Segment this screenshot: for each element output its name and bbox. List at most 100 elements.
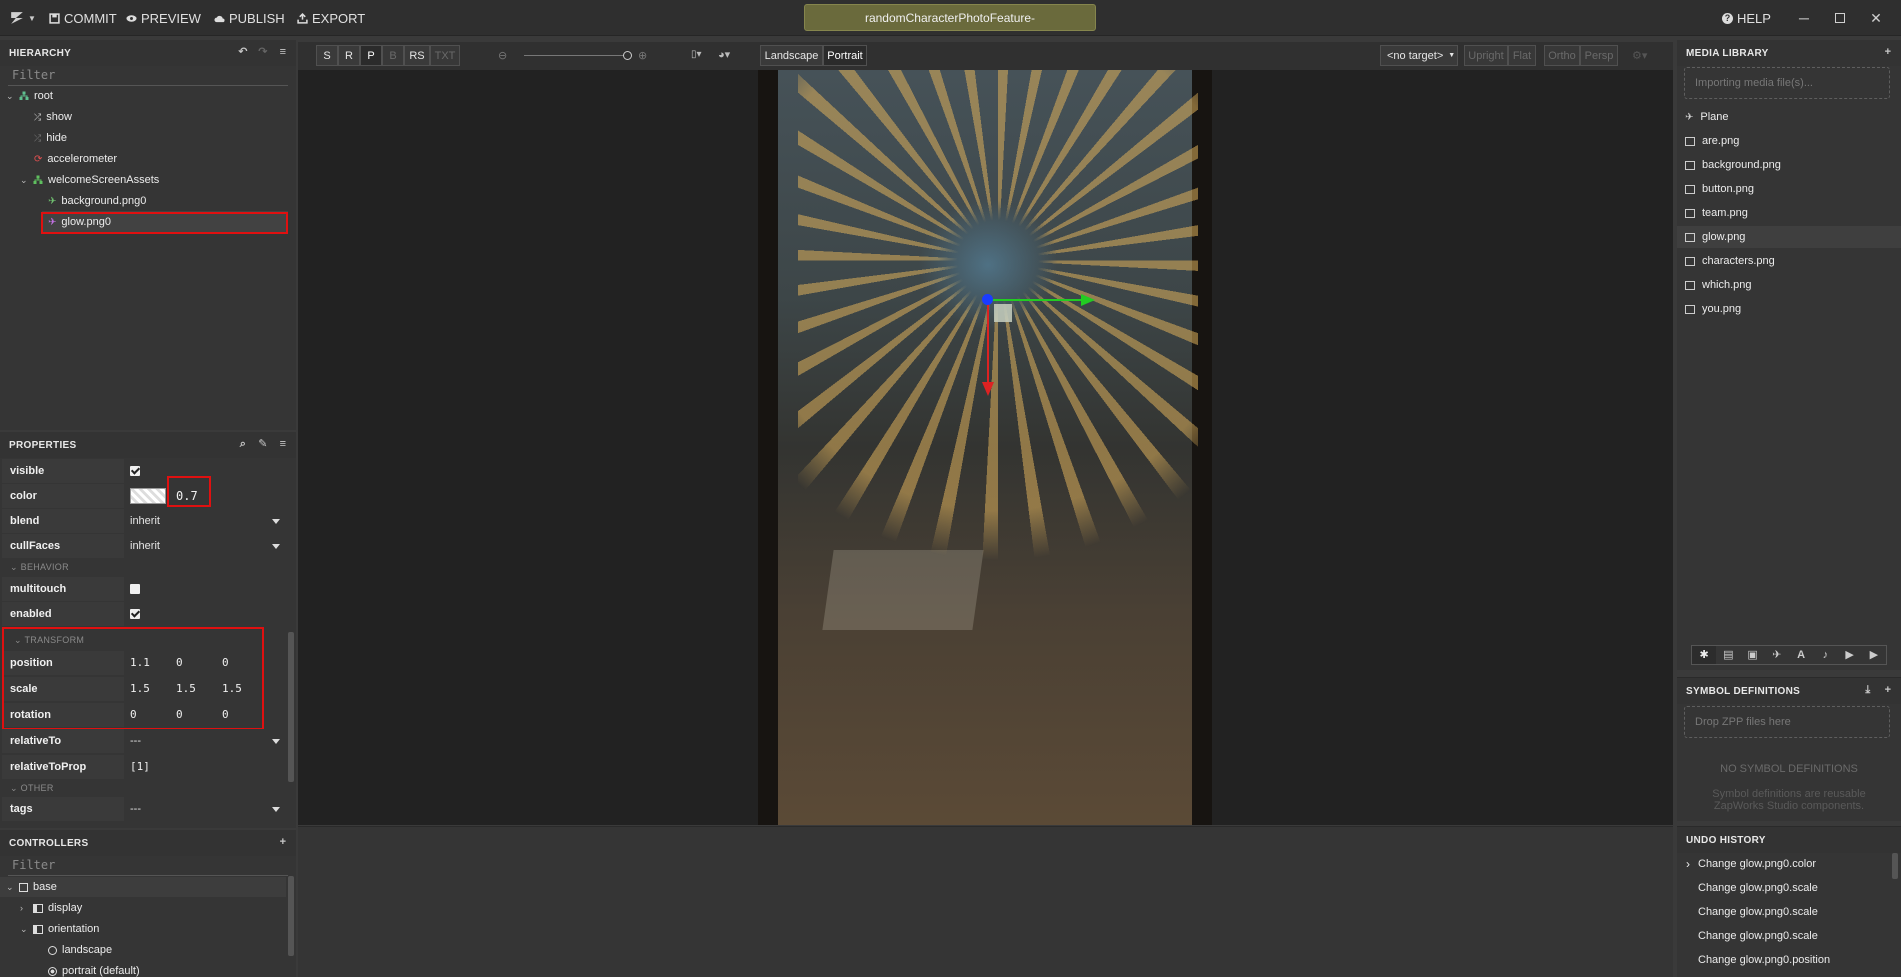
chevron-down-icon[interactable]: ⌄: [20, 924, 28, 935]
help-button[interactable]: ? HELP: [1722, 10, 1771, 26]
gizmo-x-arrow-icon[interactable]: [1081, 294, 1095, 306]
undo-item-current[interactable]: › Change glow.png0.color: [1686, 853, 1816, 875]
flat-button[interactable]: Flat: [1508, 45, 1536, 66]
position-x-input[interactable]: 1.1: [130, 656, 176, 669]
chevron-down-icon[interactable]: ⌄: [6, 882, 14, 893]
youtube-icon[interactable]: ▶: [1862, 646, 1886, 664]
app-menu-button[interactable]: ▼: [10, 10, 36, 26]
close-window-button[interactable]: ✕: [1866, 8, 1886, 28]
font-icon[interactable]: A: [1789, 646, 1813, 664]
document-icon[interactable]: ▤: [1716, 646, 1740, 664]
tags-select[interactable]: ---: [130, 803, 141, 815]
glow-sunburst-image[interactable]: [798, 70, 1198, 630]
tree-item-hide[interactable]: ⤮ hide: [34, 128, 67, 148]
device-select-icon[interactable]: ▯▾: [691, 49, 702, 60]
plane-icon[interactable]: ✈: [1765, 646, 1789, 664]
persp-button[interactable]: Persp: [1580, 45, 1618, 66]
scale-x-input[interactable]: 1.5: [130, 682, 176, 695]
mode-r-button[interactable]: R: [338, 45, 360, 66]
media-item-glow-png[interactable]: glow.png: [1685, 226, 1895, 248]
media-item-background-png[interactable]: background.png: [1685, 154, 1895, 176]
chevron-down-icon[interactable]: ⌄: [20, 175, 28, 186]
zoom-slider-handle[interactable]: [623, 51, 632, 60]
media-item-are-png[interactable]: are.png: [1685, 130, 1895, 152]
landscape-button[interactable]: Landscape: [760, 45, 823, 66]
controller-item-base[interactable]: ⌄ base: [6, 877, 57, 897]
position-z-input[interactable]: 0: [222, 656, 268, 669]
mode-p-button[interactable]: P: [360, 45, 382, 66]
image-icon[interactable]: ▣: [1741, 646, 1765, 664]
zoom-in-icon[interactable]: ⊕: [638, 49, 647, 62]
download-icon[interactable]: ⤓: [1863, 685, 1873, 696]
undo-item[interactable]: Change glow.png0.scale: [1698, 901, 1818, 923]
undo-scrollbar[interactable]: [1892, 853, 1898, 879]
undo-item[interactable]: Change glow.png0.scale: [1698, 925, 1818, 947]
position-y-input[interactable]: 0: [176, 656, 222, 669]
target-select[interactable]: <no target> ▼: [1380, 45, 1458, 66]
search-icon[interactable]: ⌕: [238, 439, 248, 450]
controller-item-orientation[interactable]: ⌄ orientation: [20, 919, 99, 939]
relativetoprop-input[interactable]: [1]: [130, 760, 150, 773]
radio-empty-icon[interactable]: [48, 945, 57, 955]
video-icon[interactable]: ▶: [1838, 646, 1862, 664]
edit-pencil-icon[interactable]: ✎: [258, 439, 268, 450]
mode-rs-button[interactable]: RS: [404, 45, 430, 66]
mode-b-button[interactable]: B: [382, 45, 404, 66]
zpp-dropzone[interactable]: Drop ZPP files here: [1684, 706, 1890, 738]
media-item-which-png[interactable]: which.png: [1685, 274, 1895, 296]
project-title[interactable]: randomCharacterPhotoFeature-: [804, 4, 1096, 31]
section-behavior[interactable]: ⌄ BEHAVIOR: [10, 562, 69, 573]
audio-icon[interactable]: ♪: [1813, 646, 1837, 664]
zoom-slider-track[interactable]: [524, 55, 630, 56]
cullfaces-select[interactable]: inherit: [130, 540, 160, 552]
tree-item-show[interactable]: ⤮ show: [34, 107, 72, 127]
controller-item-portrait[interactable]: portrait (default): [48, 961, 140, 977]
gizmo-x-axis[interactable]: [987, 299, 1091, 301]
scale-z-input[interactable]: 1.5: [222, 682, 268, 695]
chevron-down-icon[interactable]: ⌄: [6, 91, 14, 102]
tree-item-welcomescreenassets[interactable]: ⌄ welcomeScreenAssets: [20, 170, 159, 190]
color-swatch[interactable]: [130, 487, 166, 504]
visible-checkbox[interactable]: [130, 465, 140, 476]
media-item-you-png[interactable]: you.png: [1685, 298, 1895, 320]
mode-txt-button[interactable]: TXT: [430, 45, 460, 66]
enabled-checkbox[interactable]: [130, 608, 140, 619]
tree-item-glow-png0[interactable]: ✈ glow.png0: [48, 212, 111, 232]
tree-item-background-png0[interactable]: ✈ background.png0: [48, 191, 146, 211]
publish-button[interactable]: PUBLISH: [214, 10, 285, 26]
media-item-plane[interactable]: ✈ Plane: [1685, 106, 1895, 128]
section-transform[interactable]: ⌄ TRANSFORM: [14, 635, 84, 646]
media-item-team-png[interactable]: team.png: [1685, 202, 1895, 224]
relativeto-select[interactable]: ---: [130, 735, 141, 747]
maximize-button[interactable]: [1830, 8, 1850, 28]
gear-icon[interactable]: ⚙▾: [1632, 49, 1647, 62]
tree-item-root[interactable]: ⌄ root: [6, 86, 53, 106]
rotation-z-input[interactable]: 0: [222, 708, 268, 721]
ortho-button[interactable]: Ortho: [1544, 45, 1580, 66]
scale-y-input[interactable]: 1.5: [176, 682, 222, 695]
dropdown-arrow-icon[interactable]: [272, 543, 280, 549]
add-icon[interactable]: +: [1883, 685, 1893, 696]
controllers-scrollbar[interactable]: [288, 876, 294, 956]
tree-item-accelerometer[interactable]: ⟳ accelerometer: [34, 149, 117, 169]
media-import-dropzone[interactable]: Importing media file(s)...: [1684, 67, 1890, 99]
color-opacity-input[interactable]: 0.7: [176, 489, 198, 503]
add-icon[interactable]: +: [278, 837, 288, 848]
section-other[interactable]: ⌄ OTHER: [10, 783, 54, 794]
undo-item[interactable]: Change glow.png0.scale: [1698, 877, 1818, 899]
asterisk-icon[interactable]: ✱: [1692, 646, 1717, 664]
gizmo-origin-handle[interactable]: [982, 294, 993, 305]
dropdown-arrow-icon[interactable]: [272, 806, 280, 812]
dropdown-arrow-icon[interactable]: [272, 738, 280, 744]
commit-button[interactable]: COMMIT: [49, 10, 117, 26]
redo-icon[interactable]: ↷: [258, 47, 268, 58]
undo-icon[interactable]: ↶: [238, 47, 248, 58]
gizmo-plane-handle[interactable]: [994, 304, 1012, 322]
undo-item[interactable]: Change glow.png0.position: [1698, 949, 1830, 971]
portrait-button[interactable]: Portrait: [823, 45, 867, 66]
gizmo-y-arrow-icon[interactable]: [982, 382, 994, 396]
gizmo-y-axis[interactable]: [987, 299, 989, 387]
scene-viewport[interactable]: [298, 70, 1673, 825]
preview-button[interactable]: PREVIEW: [126, 10, 201, 26]
chevron-right-icon[interactable]: ›: [20, 903, 28, 913]
